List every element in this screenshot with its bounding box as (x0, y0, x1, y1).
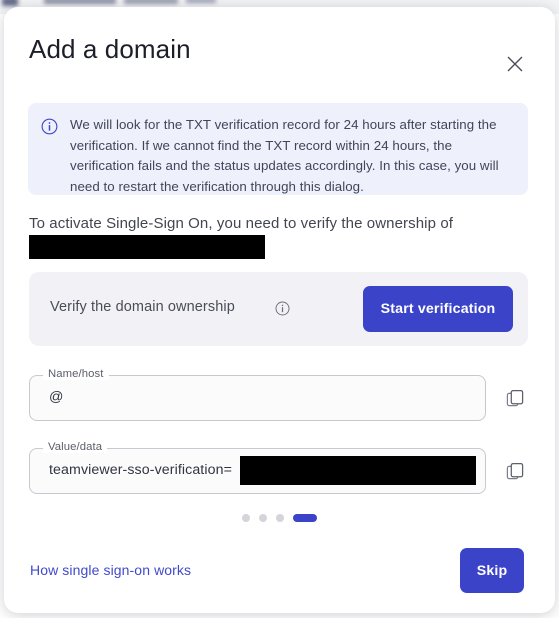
info-banner-text: We will look for the TXT verification re… (70, 117, 499, 194)
value-data-input[interactable]: Value/data teamviewer-sso-verification= (29, 441, 486, 494)
info-circle-icon[interactable] (275, 301, 290, 316)
copy-icon (506, 389, 523, 406)
value-data-field-row: Value/data teamviewer-sso-verification= (29, 441, 529, 494)
info-banner: We will look for the TXT verification re… (28, 103, 528, 195)
value-data-value: teamviewer-sso-verification= (49, 462, 232, 478)
background-smudge (2, 0, 18, 6)
background-smudge (44, 0, 116, 4)
start-verification-button[interactable]: Start verification (363, 286, 513, 332)
dialog-header: Add a domain (4, 7, 555, 93)
background-smudge (124, 0, 178, 4)
add-domain-dialog: Add a domain We will look for the TXT ve… (4, 7, 555, 613)
how-single-sign-on-works-link[interactable]: How single sign-on works (30, 562, 191, 578)
pagination-dot-2[interactable] (259, 514, 267, 522)
value-data-label: Value/data (43, 441, 108, 453)
page-title: Add a domain (29, 34, 191, 64)
redacted-domain-name (29, 235, 265, 259)
info-circle-icon (41, 118, 58, 135)
pagination-dot-4[interactable] (293, 514, 317, 522)
copy-value-data-button[interactable] (501, 457, 529, 485)
close-button[interactable] (498, 47, 532, 81)
pagination-dot-1[interactable] (242, 514, 250, 522)
step-pagination (4, 514, 555, 522)
activation-instruction-text: To activate Single-Sign On, you need to … (29, 215, 454, 232)
name-host-input[interactable]: Name/host @ (29, 368, 486, 421)
copy-name-host-button[interactable] (501, 384, 529, 412)
redacted-verification-token (240, 456, 476, 485)
close-icon (507, 56, 523, 72)
skip-button[interactable]: Skip (460, 548, 524, 593)
activation-instruction: To activate Single-Sign On, you need to … (29, 213, 529, 259)
copy-icon (506, 462, 523, 479)
verify-domain-ownership-panel: Verify the domain ownership Start verifi… (29, 272, 528, 346)
name-host-label: Name/host (43, 368, 109, 380)
name-host-field-row: Name/host @ (29, 368, 529, 421)
background-smudge (186, 0, 216, 3)
pagination-dot-3[interactable] (276, 514, 284, 522)
verify-domain-ownership-label: Verify the domain ownership (50, 299, 235, 315)
name-host-value: @ (49, 389, 64, 405)
